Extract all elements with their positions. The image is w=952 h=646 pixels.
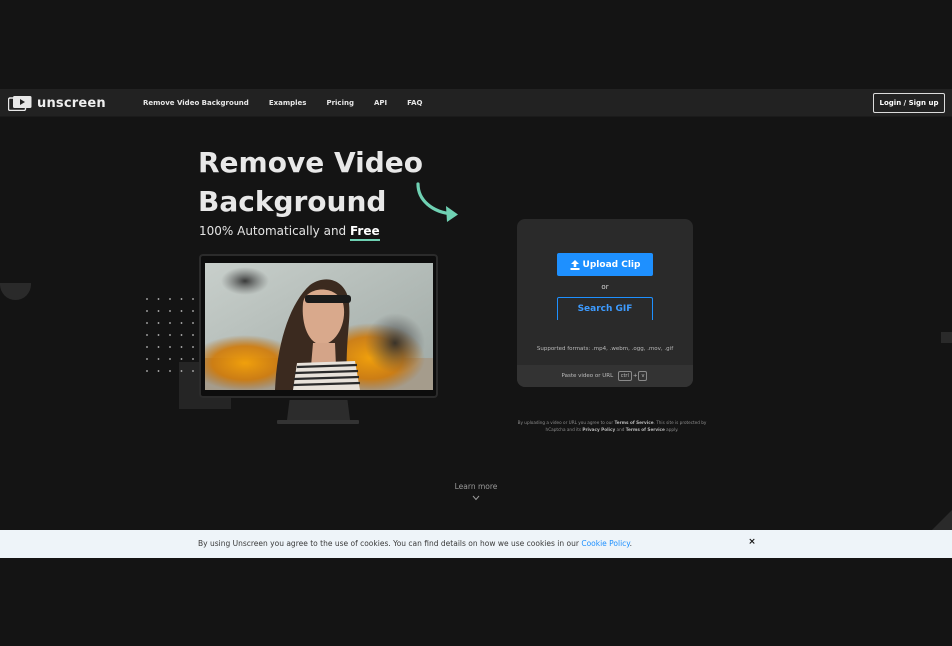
decorative-dot xyxy=(169,298,171,300)
monitor-base xyxy=(277,420,359,424)
decorative-dot xyxy=(192,298,194,300)
decorative-dot xyxy=(146,358,148,360)
nav-links: Remove Video Background Examples Pricing… xyxy=(143,89,443,117)
decorative-dot xyxy=(192,346,194,348)
learn-more-link[interactable]: Learn more xyxy=(436,482,516,491)
navbar: unscreen Remove Video Background Example… xyxy=(0,89,952,117)
decorative-dot xyxy=(157,310,160,312)
decorative-dot xyxy=(146,298,148,300)
decorative-triangle xyxy=(932,510,952,530)
decorative-dot xyxy=(192,334,194,336)
logo-icon xyxy=(7,96,32,112)
cookie-banner: By using Unscreen you agree to the use o… xyxy=(0,530,952,558)
paste-label: Paste video or URL xyxy=(561,373,614,379)
hero-subtitle-prefix: 100% Automatically and xyxy=(199,224,350,238)
cookie-message: By using Unscreen you agree to the use o… xyxy=(198,539,582,548)
sample-video-image xyxy=(205,263,433,390)
terms-text-1: By uploading a video or URL you agree to… xyxy=(517,420,615,425)
decorative-dot xyxy=(146,370,148,372)
decorative-dot xyxy=(169,370,171,372)
decorative-dot xyxy=(180,346,183,348)
decorative-dot xyxy=(169,310,171,312)
decorative-half-circle xyxy=(0,283,31,300)
decorative-dot xyxy=(146,322,148,324)
search-gif-button[interactable]: Search GIF xyxy=(557,297,653,320)
terms-notice: By uploading a video or URL you agree to… xyxy=(510,419,714,433)
cookie-text: By using Unscreen you agree to the use o… xyxy=(198,539,632,548)
key-ctrl: ctrl xyxy=(617,371,632,381)
login-signup-button[interactable]: Login / Sign up xyxy=(873,93,945,113)
decorative-dot xyxy=(192,358,194,360)
upload-clip-button[interactable]: Upload Clip xyxy=(557,253,653,276)
decorative-dot xyxy=(169,322,171,324)
decorative-dot xyxy=(157,334,160,336)
decorative-dot xyxy=(146,334,148,336)
terms-text-4: apply. xyxy=(664,427,679,432)
logo[interactable]: unscreen xyxy=(7,96,106,112)
upload-clip-label: Upload Clip xyxy=(582,259,641,270)
decorative-dot xyxy=(192,322,194,324)
privacy-policy-link[interactable]: Privacy Policy xyxy=(582,427,615,432)
decorative-dot xyxy=(169,346,171,348)
decorative-dot xyxy=(180,322,183,324)
decorative-dot xyxy=(180,298,183,300)
decorative-dot xyxy=(192,310,194,312)
decorative-dot xyxy=(180,370,183,372)
monitor-stand xyxy=(287,400,350,420)
decorative-dot xyxy=(157,298,160,300)
nav-link-api[interactable]: API xyxy=(374,99,387,107)
decorative-dot xyxy=(180,310,183,312)
terms-text-3: and xyxy=(615,427,626,432)
paste-url-bar[interactable]: Paste video or URL ctrl + v xyxy=(517,365,693,387)
page: unscreen Remove Video Background Example… xyxy=(0,0,952,646)
decorative-dot xyxy=(180,334,183,336)
upload-card: Upload Clip or Search GIF Supported form… xyxy=(517,219,693,387)
monitor-preview xyxy=(199,254,438,398)
decorative-dot xyxy=(146,346,148,348)
cookie-policy-link[interactable]: Cookie Policy xyxy=(581,539,629,548)
close-icon[interactable]: × xyxy=(746,536,758,548)
decorative-dot xyxy=(157,322,160,324)
hero-subtitle-free: Free xyxy=(350,224,380,241)
curved-arrow-icon xyxy=(416,182,458,222)
decorative-edge-mark xyxy=(941,332,952,343)
decorative-dot xyxy=(146,310,148,312)
decorative-dot xyxy=(169,358,171,360)
decorative-dot xyxy=(169,334,171,336)
key-plus: + xyxy=(632,373,638,379)
upload-icon xyxy=(570,259,580,270)
nav-link-examples[interactable]: Examples xyxy=(269,99,307,107)
decorative-dot-grid xyxy=(146,298,194,372)
chevron-down-icon[interactable] xyxy=(472,495,480,501)
nav-link-faq[interactable]: FAQ xyxy=(407,99,422,107)
decorative-dot xyxy=(157,358,160,360)
supported-formats-text: Supported formats: .mp4, .webm, .ogg, .m… xyxy=(536,346,674,352)
nav-link-pricing[interactable]: Pricing xyxy=(326,99,354,107)
hcaptcha-terms-link[interactable]: Terms of Service xyxy=(626,427,665,432)
terms-of-service-link[interactable]: Terms of Service xyxy=(614,420,653,425)
or-label: or xyxy=(601,283,609,291)
key-v: v xyxy=(638,371,648,381)
logo-text: unscreen xyxy=(37,96,106,111)
cookie-suffix: . xyxy=(629,539,633,548)
decorative-dot xyxy=(157,346,160,348)
hero-subtitle: 100% Automatically and Free xyxy=(199,224,380,241)
decorative-dot xyxy=(180,358,183,360)
nav-link-remove-background[interactable]: Remove Video Background xyxy=(143,99,249,107)
decorative-dot xyxy=(192,370,194,372)
decorative-dot xyxy=(157,370,160,372)
